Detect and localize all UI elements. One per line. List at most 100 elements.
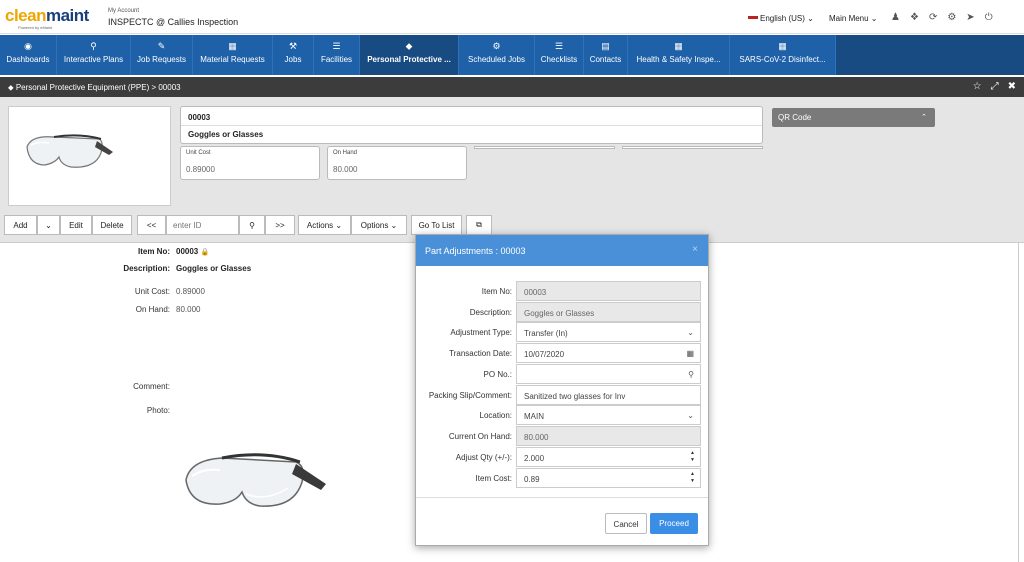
detail-on-hand-value: 80.000 — [176, 305, 201, 314]
on-hand-value: 80.000 — [333, 165, 358, 174]
field-label: Adjust Qty (+/-): — [455, 453, 512, 462]
previous-record-button[interactable]: << — [137, 215, 166, 235]
detail-comment-label: Comment: — [133, 382, 170, 391]
breadcrumb-bar: ⬥ Personal Protective Equipment (PPE) > … — [0, 77, 1024, 97]
field-item-cost: Item Cost: 0.89 ▲ ▼ — [416, 468, 708, 488]
unit-cost-value: 0.89000 — [186, 165, 215, 174]
search-icon[interactable]: ⚲ — [688, 370, 694, 379]
table-icon: ▦ — [674, 41, 683, 51]
actions-dropdown[interactable]: Actions ⌄ — [298, 215, 351, 235]
on-hand-label: On Hand — [333, 150, 358, 156]
gear-icon[interactable]: ⚙ — [947, 12, 956, 23]
search-icon: ⚲ — [249, 220, 255, 230]
table-icon: ▦ — [778, 41, 787, 51]
item-cost-input[interactable]: 0.89 ▲ ▼ — [516, 468, 701, 488]
share-button[interactable]: ⧉ — [466, 215, 492, 235]
goggles-thumbnail-image — [26, 134, 113, 168]
nav-health-safety[interactable]: ▦ Health & Safety Inspe... — [628, 35, 730, 75]
my-account-label[interactable]: My Account — [108, 8, 139, 14]
add-button[interactable]: Add — [4, 215, 37, 235]
nav-ppe[interactable]: ⬥ Personal Protective ... — [360, 35, 459, 75]
field-label: Current On Hand: — [448, 432, 512, 441]
item-no-field: 00003 — [516, 281, 701, 301]
qr-code-panel[interactable]: QR Code ⌃ — [772, 108, 935, 127]
divider — [1018, 242, 1019, 562]
item-cost-value: 0.89 — [524, 475, 540, 484]
transaction-date-input[interactable]: 10/07/2020 ▦ — [516, 343, 701, 363]
next-record-button[interactable]: >> — [265, 215, 295, 235]
adjustment-type-value: Transfer (In) — [524, 329, 568, 338]
field-location: Location: MAIN ⌄ — [416, 405, 708, 425]
packing-slip-comment-input[interactable]: Sanitized two glasses for Inv — [516, 385, 701, 405]
star-icon[interactable]: ☆ — [973, 81, 982, 92]
nav-scheduled-jobs[interactable]: ⚙ Scheduled Jobs — [459, 35, 535, 75]
current-on-hand-field: 80.000 — [516, 426, 701, 446]
chevron-up-icon: ⌃ — [921, 114, 927, 121]
account-name[interactable]: INSPECTC @ Callies Inspection — [108, 17, 238, 27]
wrench-icon: ⚒ — [288, 41, 298, 51]
options-dropdown[interactable]: Options ⌄ — [351, 215, 407, 235]
tag-icon: ⬥ — [405, 41, 413, 51]
refresh-icon[interactable]: ⟳ — [929, 12, 937, 23]
adjust-qty-value: 2.000 — [524, 454, 545, 463]
empty-field-box — [622, 146, 763, 149]
po-no-input[interactable]: ⚲ — [516, 364, 701, 384]
nav-material-requests[interactable]: ▦ Material Requests — [193, 35, 273, 75]
nav-interactive-plans[interactable]: ⚲ Interactive Plans — [57, 35, 131, 75]
record-id-input[interactable] — [173, 220, 243, 230]
expand-icon[interactable]: ⤢ — [991, 81, 999, 92]
logo-text-maint: maint — [45, 6, 89, 25]
user-icon[interactable]: ♟ — [891, 12, 900, 23]
search-button[interactable]: ⚲ — [239, 215, 265, 235]
go-to-list-button[interactable]: Go To List — [411, 215, 462, 235]
edit-button[interactable]: Edit — [60, 215, 92, 235]
spinner-icon[interactable]: ▲ ▼ — [690, 450, 695, 464]
nav-sars-cov2[interactable]: ▦ SARS-CoV-2 Disinfect... — [730, 35, 836, 75]
qr-code-label: QR Code — [778, 113, 812, 122]
location-arrow-icon[interactable]: ➤ — [966, 12, 974, 23]
nav-jobs[interactable]: ⚒ Jobs — [273, 35, 314, 75]
main-nav: ◉ Dashboards ⚲ Interactive Plans ✎ Job Requ… — [0, 35, 1024, 75]
nav-contacts[interactable]: ▤ Contacts — [584, 35, 628, 75]
unit-cost-box: Unit Cost 0.89000 — [180, 146, 320, 180]
detail-description-value: Goggles or Glasses — [176, 264, 252, 273]
location-select[interactable]: MAIN ⌄ — [516, 405, 701, 425]
close-icon[interactable]: × — [692, 244, 698, 255]
field-label: Packing Slip/Comment: — [428, 391, 512, 400]
field-adjustment-type: Adjustment Type: Transfer (In) ⌄ — [416, 322, 708, 342]
nav-job-requests[interactable]: ✎ Job Requests — [131, 35, 193, 75]
nav-facilities[interactable]: ☰ Facilities — [314, 35, 360, 75]
field-label: Item Cost: — [475, 474, 512, 483]
record-id-input-wrap[interactable] — [166, 215, 243, 235]
nav-checklists[interactable]: ☰ Checklists — [535, 35, 584, 75]
checklist-icon: ☰ — [554, 41, 564, 51]
language-selector[interactable]: English (US) ⌄ — [748, 14, 814, 23]
detail-on-hand-label: On Hand: — [135, 305, 170, 314]
adjustment-type-select[interactable]: Transfer (In) ⌄ — [516, 322, 701, 342]
proceed-button[interactable]: Proceed — [650, 513, 698, 534]
add-dropdown-button[interactable]: ⌄ — [37, 215, 60, 235]
spinner-icon[interactable]: ▲ ▼ — [690, 471, 695, 485]
network-icon[interactable]: ❖ — [910, 12, 919, 23]
chevron-down-icon: ⌄ — [687, 328, 694, 337]
detail-description-label: Description: — [123, 264, 170, 273]
nav-dashboards[interactable]: ◉ Dashboards — [0, 35, 57, 75]
adjust-qty-input[interactable]: 2.000 ▲ ▼ — [516, 447, 701, 467]
cancel-button[interactable]: Cancel — [605, 513, 647, 534]
pencil-icon: ✎ — [157, 41, 166, 51]
chevron-down-icon: ⌄ — [687, 411, 694, 420]
dashboard-icon: ◉ — [24, 41, 32, 51]
power-icon[interactable]: ⏻ — [985, 12, 993, 23]
main-menu-dropdown[interactable]: Main Menu ⌄ — [829, 14, 878, 23]
chevron-down-icon: ⌄ — [45, 220, 52, 230]
field-label: Item No: — [481, 287, 512, 296]
language-label: English (US) ⌄ — [760, 14, 814, 23]
item-thumbnail — [8, 106, 171, 206]
field-adjust-qty: Adjust Qty (+/-): 2.000 ▲ ▼ — [416, 447, 708, 467]
record-id-box: 00003 Goggles or Glasses — [180, 106, 763, 144]
app-logo[interactable]: cleanmaint — [5, 6, 89, 26]
calendar-icon[interactable]: ▦ — [686, 349, 694, 358]
delete-button[interactable]: Delete — [92, 215, 132, 235]
close-icon[interactable]: ✖ — [1008, 81, 1016, 92]
detail-item-no-label: Item No: — [138, 247, 170, 256]
